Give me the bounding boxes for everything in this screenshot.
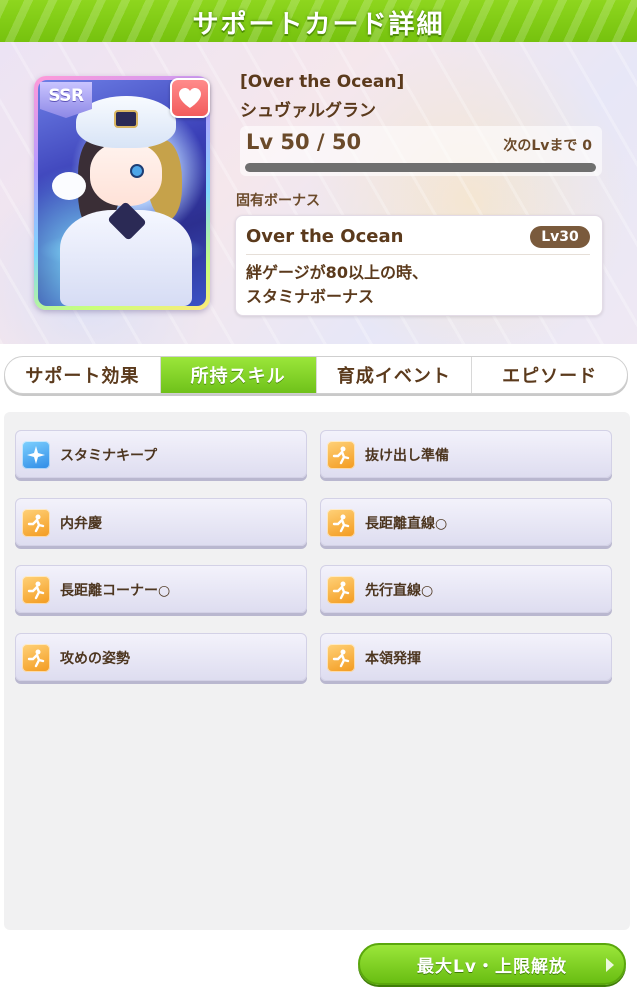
skill-item[interactable]: スタミナキープ [15, 430, 307, 478]
tab-owned-skills[interactable]: 所持スキル [160, 357, 317, 393]
character-eye [130, 164, 144, 178]
max-level-limit-break-button[interactable]: 最大Lv・上限解放 [358, 943, 626, 985]
skill-item[interactable]: 抜け出し準備 [320, 430, 612, 478]
runner-icon [22, 509, 50, 537]
level-text: Lv 50 / 50 [246, 130, 362, 154]
skill-label: 抜け出し準備 [365, 448, 449, 464]
unique-bonus-box: Over the Ocean Lv30 絆ゲージが80以上の時、 スタミナボーナ… [235, 215, 603, 316]
skill-label: 長距離コーナー○ [60, 583, 171, 599]
description-line-1: 絆ゲージが80以上の時、 [246, 263, 428, 282]
skill-item[interactable]: 長距離直線○ [320, 498, 612, 546]
detail-tabs: サポート効果 所持スキル 育成イベント エピソード [4, 356, 628, 394]
skill-label: 内弁慶 [60, 516, 102, 532]
skill-label: 長距離直線○ [365, 516, 448, 532]
skill-item[interactable]: 攻めの姿勢 [15, 633, 307, 681]
divider [246, 254, 590, 255]
unique-bonus-label: 固有ボーナス [236, 193, 320, 209]
max-level-button-label: 最大Lv・上限解放 [417, 956, 567, 977]
level-box: Lv 50 / 50 次のLvまで 0 [240, 126, 602, 176]
character-face [90, 142, 162, 206]
runner-icon [327, 576, 355, 604]
tab-episode[interactable]: エピソード [472, 357, 627, 393]
character-name: シュヴァルグラン [240, 101, 376, 121]
runner-icon [327, 644, 355, 672]
hat-badge [114, 110, 138, 128]
card-title: [Over the Ocean] [240, 72, 405, 92]
skill-item[interactable]: 先行直線○ [320, 565, 612, 613]
tab-training-events[interactable]: 育成イベント [317, 357, 473, 393]
heart-icon [179, 88, 201, 108]
skill-item[interactable]: 長距離コーナー○ [15, 565, 307, 613]
description-line-2: スタミナボーナス [246, 287, 375, 306]
unique-bonus-level-tag: Lv30 [530, 226, 590, 248]
runner-icon [327, 441, 355, 469]
skill-label: 攻めの姿勢 [60, 651, 130, 667]
next-level-text: 次のLvまで 0 [503, 138, 592, 154]
header-bar: サポートカード詳細 [0, 0, 637, 42]
stamina-sparkle-icon [22, 441, 50, 469]
runner-icon [327, 509, 355, 537]
tab-support-effect[interactable]: サポート効果 [5, 357, 161, 393]
skill-label: 先行直線○ [365, 583, 434, 599]
arrow-right-icon [606, 958, 614, 972]
skill-item[interactable]: 本領発揮 [320, 633, 612, 681]
runner-icon [22, 644, 50, 672]
skill-item[interactable]: 内弁慶 [15, 498, 307, 546]
level-progress-bar [245, 163, 596, 172]
page-title: サポートカード詳細 [192, 10, 445, 40]
skill-label: 本領発揮 [365, 651, 421, 667]
character-glove [52, 172, 86, 200]
level-progress-fill [245, 163, 596, 172]
unique-bonus-name: Over the Ocean [246, 226, 404, 247]
favorite-button[interactable] [170, 78, 210, 118]
runner-icon [22, 576, 50, 604]
unique-bonus-description: 絆ゲージが80以上の時、 スタミナボーナス [246, 261, 428, 309]
skill-label: スタミナキープ [60, 448, 158, 464]
